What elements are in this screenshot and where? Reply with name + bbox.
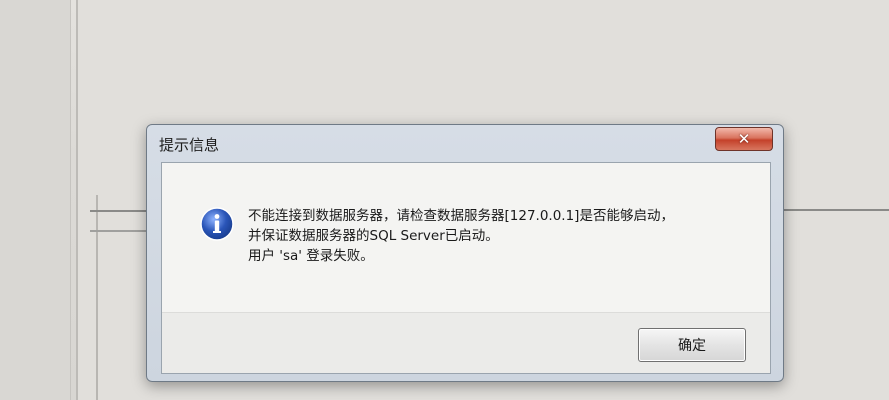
background-line (90, 230, 150, 232)
info-icon (200, 207, 234, 241)
dialog-footer: 确定 (162, 312, 770, 373)
background-line (780, 209, 889, 211)
dialog-body: 不能连接到数据服务器，请检查数据服务器[127.0.0.1]是否能够启动， 并保… (161, 162, 771, 374)
message-dialog: 提示信息 ✕ 不能连接到数据服务器，请检查数据服务器[127.0.0.1]是否能… (146, 124, 784, 382)
message-line: 不能连接到数据服务器，请检查数据服务器[127.0.0.1]是否能够启动， (248, 208, 674, 224)
close-icon: ✕ (737, 130, 751, 148)
ok-button[interactable]: 确定 (638, 328, 746, 362)
message-line: 并保证数据服务器的SQL Server已启动。 (248, 228, 499, 244)
error-message: 不能连接到数据服务器，请检查数据服务器[127.0.0.1]是否能够启动， 并保… (248, 206, 674, 266)
background-panel-left (0, 0, 71, 400)
background-line (90, 210, 150, 212)
dialog-titlebar[interactable]: 提示信息 ✕ (147, 125, 783, 161)
desktop-background: 提示信息 ✕ 不能连接到数据服务器，请检查数据服务器[127.0.0.1]是否能… (0, 0, 889, 400)
message-line: 用户 'sa' 登录失败。 (248, 248, 374, 264)
close-button[interactable]: ✕ (715, 127, 773, 151)
background-divider (96, 195, 98, 400)
dialog-title: 提示信息 (159, 136, 220, 154)
